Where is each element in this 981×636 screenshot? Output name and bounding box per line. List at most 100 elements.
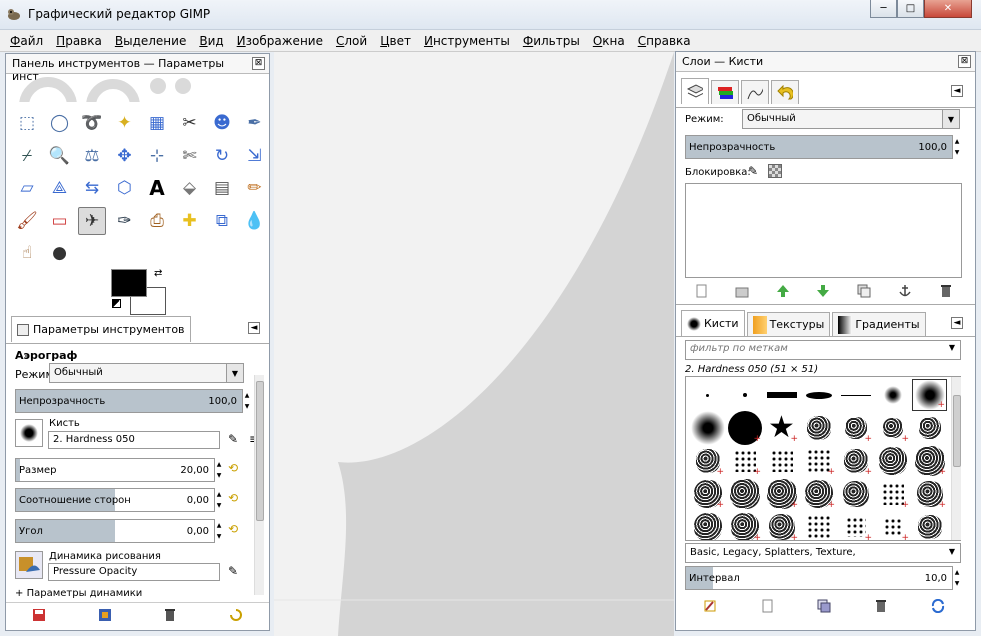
minimize-button[interactable]: ─: [870, 0, 897, 18]
brush-thumbnail[interactable]: [838, 379, 873, 411]
aspect-slider[interactable]: Соотношение сторон 0,00 ▲ ▼: [15, 488, 221, 512]
tool-paths-icon[interactable]: ✒: [241, 109, 269, 137]
edit-brush-icon[interactable]: [703, 599, 717, 613]
mode-combo[interactable]: Обычный ▼: [49, 363, 244, 383]
delete-layer-icon[interactable]: [939, 284, 953, 298]
menu-item-3[interactable]: Вид: [199, 34, 223, 48]
edit-dynamics-icon[interactable]: ✎: [228, 564, 238, 578]
brush-thumbnail[interactable]: +: [912, 445, 947, 477]
size-spin[interactable]: ▲ ▼: [215, 459, 223, 481]
brush-thumbnail[interactable]: +: [801, 445, 836, 477]
brush-thumbnail[interactable]: [801, 379, 836, 411]
tab-undo[interactable]: [771, 80, 799, 104]
reset-angle-icon[interactable]: ⟲: [228, 522, 238, 536]
reset-aspect-icon[interactable]: ⟲: [228, 491, 238, 505]
tool-free-select-icon[interactable]: ➰: [78, 109, 106, 137]
brush-tags-combo[interactable]: Basic, Legacy, Splatters, Texture, ▼: [685, 543, 961, 563]
layers-opacity-slider[interactable]: Непрозрачность 100,0 ▲ ▼: [685, 135, 959, 159]
brush-thumbnail[interactable]: +: [727, 511, 762, 540]
maximize-button[interactable]: □: [897, 0, 924, 18]
tool-measure-icon[interactable]: ⚖: [78, 142, 106, 170]
duplicate-brush-icon[interactable]: [817, 599, 831, 613]
tool-pencil-icon[interactable]: ✏: [241, 174, 269, 202]
tool-cage-transform-icon[interactable]: ⬡: [111, 174, 139, 202]
tool-scissors-select-icon[interactable]: ✂: [176, 109, 204, 137]
tool-options-scrollbar[interactable]: [254, 375, 264, 595]
tool-perspective-icon[interactable]: ⟁: [46, 174, 74, 202]
brush-thumbnail[interactable]: +: [912, 379, 947, 411]
swap-colors-icon[interactable]: ⇄: [154, 268, 162, 279]
edit-brush-icon[interactable]: ✎: [228, 432, 238, 446]
tool-scale-icon[interactable]: ⇲: [241, 142, 269, 170]
anchor-layer-icon[interactable]: [898, 284, 912, 298]
raise-layer-icon[interactable]: [776, 284, 790, 298]
brush-thumbnail[interactable]: +: [690, 445, 725, 477]
tool-crop-icon[interactable]: ✄: [176, 142, 204, 170]
tab-brushes[interactable]: Кисти: [681, 310, 745, 336]
brush-thumbnail[interactable]: [690, 511, 725, 540]
tab-gradients[interactable]: Градиенты: [832, 312, 926, 336]
layers-tab-menu-button[interactable]: ◄: [951, 85, 963, 97]
brush-thumbnail[interactable]: [801, 412, 836, 444]
opacity-slider[interactable]: Непрозрачность 100,0 ▲ ▼: [15, 389, 249, 413]
dynamics-field[interactable]: Pressure Opacity: [48, 563, 220, 581]
tool-shear-icon[interactable]: ▱: [13, 174, 41, 202]
brush-name-field[interactable]: 2. Hardness 050: [48, 431, 220, 449]
close-button[interactable]: ✕: [924, 0, 972, 18]
layers-mode-combo[interactable]: Обычный ▼: [742, 109, 960, 129]
brush-thumbnail[interactable]: +: [727, 411, 762, 445]
scrollbar-thumb[interactable]: [256, 381, 264, 521]
save-options-icon[interactable]: [32, 608, 46, 622]
aspect-spin[interactable]: ▲ ▼: [215, 489, 223, 511]
size-slider[interactable]: Размер 20,00 ▲ ▼: [15, 458, 221, 482]
opacity-spin[interactable]: ▲ ▼: [243, 390, 251, 412]
brushes-tab-menu-button[interactable]: ◄: [951, 317, 963, 329]
brush-thumbnail[interactable]: +: [764, 511, 799, 540]
brush-thumbnail[interactable]: [875, 379, 910, 411]
refresh-brushes-icon[interactable]: [931, 599, 945, 613]
dynamics-icon[interactable]: [15, 551, 43, 579]
tool-ink-icon[interactable]: ✑: [111, 207, 139, 235]
lower-layer-icon[interactable]: [816, 284, 830, 298]
tool-bucket-fill-icon[interactable]: ⬙: [176, 174, 204, 202]
foreground-color-swatch[interactable]: [111, 269, 147, 297]
tool-perspective-clone-icon[interactable]: ⧉: [208, 207, 236, 235]
brush-thumbnail[interactable]: +: [838, 445, 873, 477]
menu-item-10[interactable]: Справка: [638, 34, 691, 48]
dynamics-params-expander[interactable]: + Параметры динамики: [15, 588, 142, 599]
brush-thumbnail[interactable]: [801, 511, 836, 540]
tool-move-icon[interactable]: ✥: [111, 142, 139, 170]
toolbox-tab-menu-button[interactable]: ◄: [248, 322, 260, 334]
brush-thumbnail[interactable]: +: [838, 412, 873, 444]
tool-blur-icon[interactable]: 💧: [241, 207, 269, 235]
delete-brush-icon[interactable]: [874, 599, 888, 613]
scrollbar-thumb[interactable]: [953, 395, 961, 467]
tool-fuzzy-select-icon[interactable]: ✦: [111, 109, 139, 137]
brush-thumbnail[interactable]: ★ +: [764, 412, 799, 445]
brush-thumbnail[interactable]: +: [912, 478, 947, 510]
brush-thumbnail[interactable]: [875, 445, 910, 477]
brush-thumbnail[interactable]: [727, 379, 762, 411]
angle-spin[interactable]: ▲ ▼: [215, 520, 223, 542]
brush-thumbnail[interactable]: +: [875, 478, 910, 510]
new-layer-group-icon[interactable]: [735, 284, 749, 298]
menu-item-2[interactable]: Выделение: [115, 34, 186, 48]
menu-item-7[interactable]: Инструменты: [424, 34, 510, 48]
lock-alpha-icon[interactable]: [768, 164, 782, 178]
brushes-scrollbar[interactable]: [951, 377, 961, 540]
tab-paths[interactable]: [741, 80, 769, 104]
tool-color-picker-icon[interactable]: ⌿: [13, 142, 41, 170]
angle-slider[interactable]: Угол 0,00 ▲ ▼: [15, 519, 221, 543]
layers-close-button[interactable]: ⊠: [958, 55, 971, 68]
tool-ellipse-select-icon[interactable]: ◯: [46, 109, 74, 137]
tab-channels[interactable]: [711, 80, 739, 104]
layers-list[interactable]: [685, 183, 962, 278]
brush-thumbnail[interactable]: [838, 478, 873, 510]
menu-item-6[interactable]: Цвет: [380, 34, 411, 48]
tool-foreground-select-icon[interactable]: ☻: [208, 109, 236, 137]
new-layer-icon[interactable]: [694, 284, 708, 298]
tool-heal-icon[interactable]: ✚: [176, 207, 204, 235]
tab-patterns[interactable]: Текстуры: [746, 312, 831, 336]
brush-thumbnail[interactable]: +: [727, 445, 762, 477]
tab-layers[interactable]: [681, 78, 709, 104]
